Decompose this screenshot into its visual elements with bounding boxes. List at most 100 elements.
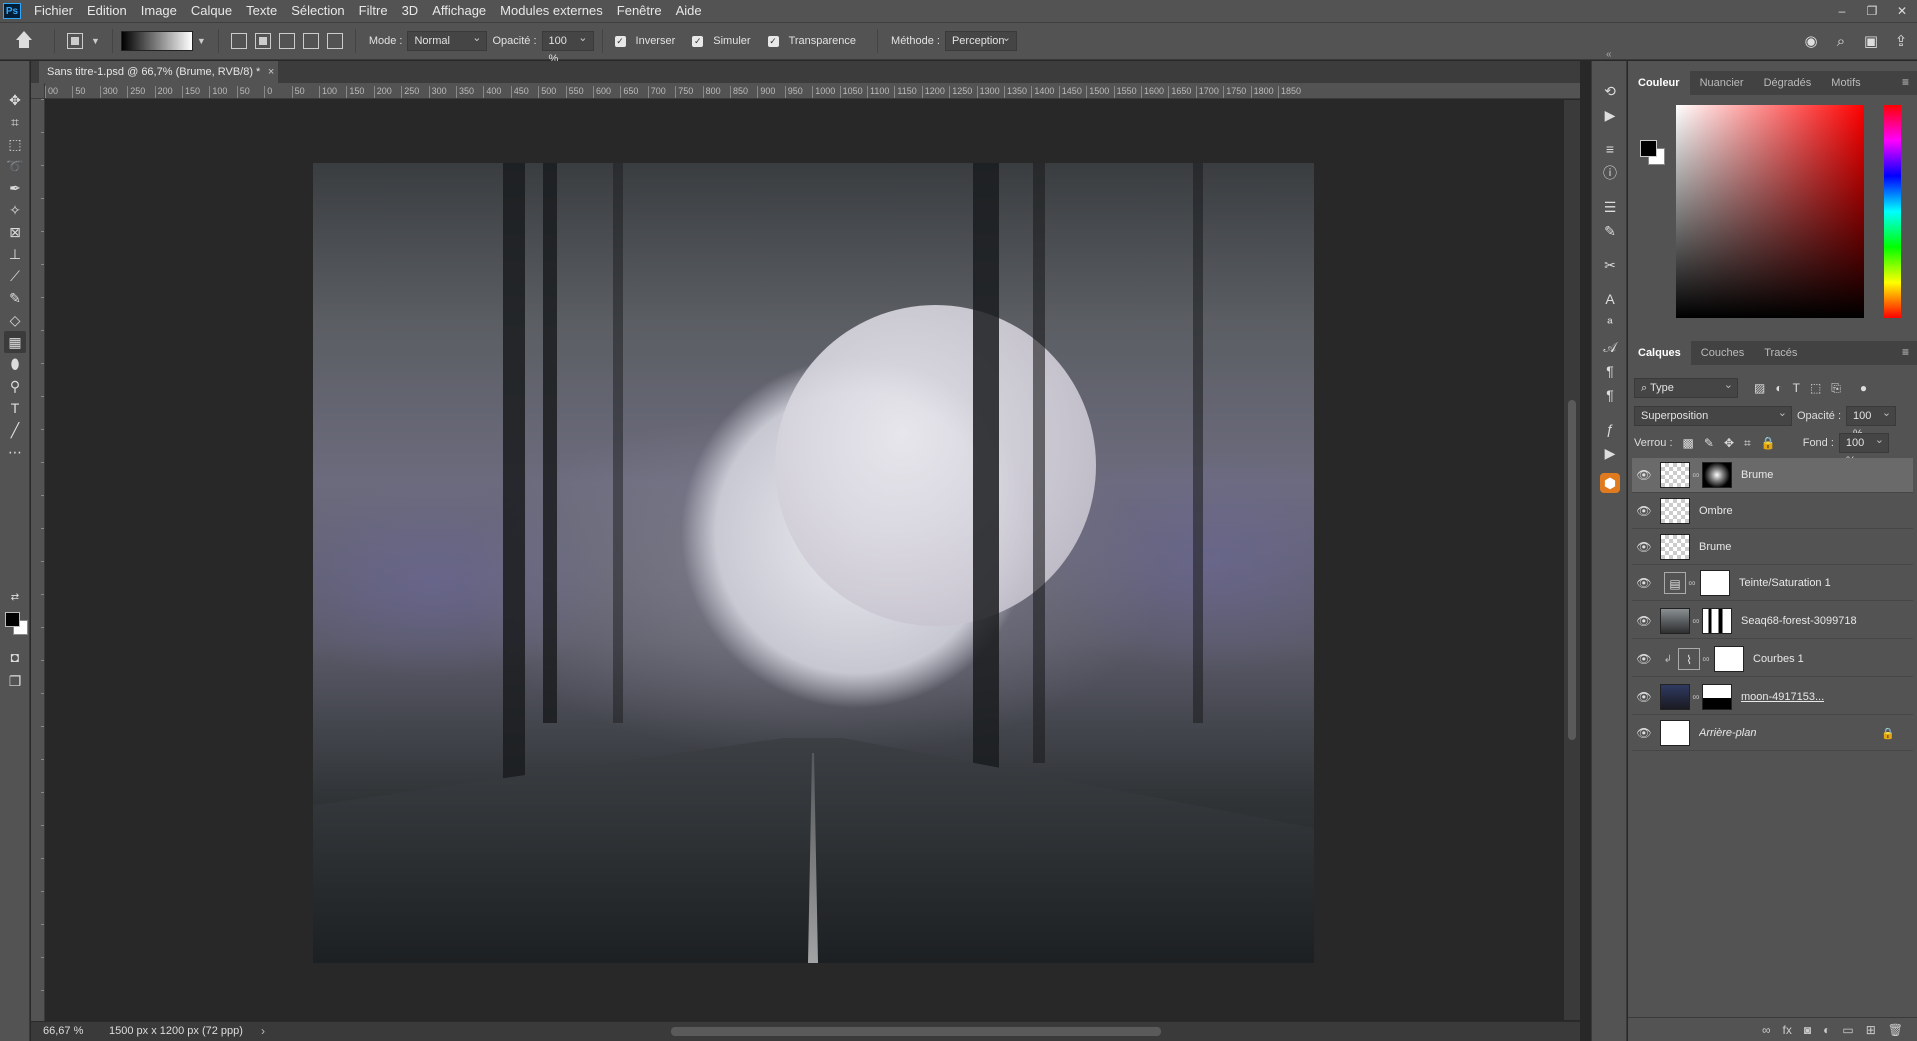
pen-tool-icon[interactable]: ✒ xyxy=(4,177,26,199)
hue-slider[interactable] xyxy=(1884,105,1901,318)
eye-icon[interactable]: 👁 xyxy=(1634,576,1654,590)
vertical-scrollbar[interactable] xyxy=(1564,100,1580,1020)
frame-tool-icon[interactable]: ⊠ xyxy=(4,221,26,243)
horizontal-ruler[interactable]: 00 50 300 250 200 150 100 50 0 50 100 150 200 250 300 3… xyxy=(45,83,1580,99)
color-picker-field[interactable] xyxy=(1676,105,1864,318)
document-canvas[interactable] xyxy=(313,163,1314,963)
shape-filter-icon[interactable]: ⬚ xyxy=(1810,381,1821,395)
menu-texte[interactable]: Texte xyxy=(239,0,284,22)
layer-name[interactable]: Brume xyxy=(1741,469,1773,481)
minimize-button[interactable]: – xyxy=(1827,0,1857,22)
collapse-dock-icon[interactable]: « xyxy=(1606,49,1612,60)
magic-wand-tool-icon[interactable]: ✧ xyxy=(4,199,26,221)
tab-couleur[interactable]: Couleur xyxy=(1628,71,1690,95)
blend-mode-select[interactable]: Superposition xyxy=(1634,404,1792,426)
info-icon[interactable]: ⓘ xyxy=(1600,163,1620,183)
image-filter-icon[interactable]: ▨ xyxy=(1754,381,1765,395)
tab-couches[interactable]: Couches xyxy=(1691,341,1754,365)
canvas-area[interactable] xyxy=(46,100,1564,1020)
actions-icon[interactable]: ▶ xyxy=(1600,105,1620,125)
adjustments-icon[interactable]: ≡ xyxy=(1600,139,1620,159)
lock-pixels-icon[interactable]: ✎ xyxy=(1704,436,1714,450)
layer-name[interactable]: Teinte/Saturation 1 xyxy=(1739,577,1831,589)
screen-mode-icon[interactable]: ❐ xyxy=(4,670,26,692)
eye-icon[interactable]: 👁 xyxy=(1634,652,1654,666)
foreground-color-swatch[interactable] xyxy=(5,612,20,627)
type-filter-icon[interactable]: T xyxy=(1793,381,1800,395)
paragraph-styles-icon[interactable]: ¶ xyxy=(1600,385,1620,405)
angle-gradient-icon[interactable] xyxy=(278,33,295,49)
inverser-checkbox[interactable]: ✓ Inverser xyxy=(614,35,681,47)
close-window-button[interactable]: ✕ xyxy=(1887,0,1917,22)
layer-mask-thumbnail[interactable] xyxy=(1702,684,1732,710)
type-tool-icon[interactable]: T xyxy=(4,397,26,419)
adjustment-filter-icon[interactable]: ◐ xyxy=(1775,381,1782,395)
menu-image[interactable]: Image xyxy=(134,0,184,22)
lock-transparency-icon[interactable]: ▩ xyxy=(1683,436,1694,450)
layer-mask-thumbnail[interactable] xyxy=(1714,646,1744,672)
reflected-gradient-icon[interactable] xyxy=(302,33,319,49)
brushes-icon[interactable]: ✎ xyxy=(1600,221,1620,241)
menu-selection[interactable]: Sélection xyxy=(284,0,351,22)
layer-opacity-field[interactable]: 100 % xyxy=(1846,404,1897,440)
character-icon[interactable]: A xyxy=(1600,289,1620,309)
quick-mask-icon[interactable]: ◘ xyxy=(4,646,26,668)
simuler-checkbox[interactable]: ✓ Simuler xyxy=(692,35,755,47)
link-layers-icon[interactable]: ∞ xyxy=(1762,1023,1771,1037)
tool-preset-icon[interactable] xyxy=(67,33,83,49)
more-tools-icon[interactable]: ⋯ xyxy=(4,441,26,463)
transparence-checkbox[interactable]: ✓ Transparence xyxy=(767,35,861,47)
horizontal-scrollbar-thumb[interactable] xyxy=(671,1027,1161,1036)
properties-icon[interactable]: ☰ xyxy=(1600,197,1620,217)
layer-name[interactable]: Courbes 1 xyxy=(1753,653,1804,665)
eye-icon[interactable]: 👁 xyxy=(1634,690,1654,704)
gradient-tool-icon[interactable]: ▦ xyxy=(4,331,26,353)
gradient-preview[interactable] xyxy=(120,31,193,51)
eye-icon[interactable]: 👁 xyxy=(1634,614,1654,628)
smart-object-filter-icon[interactable]: ⎘ xyxy=(1831,381,1841,396)
search-icon[interactable]: ⌕ xyxy=(1833,34,1849,50)
link-icon[interactable]: ∞ xyxy=(1686,578,1698,589)
layer-row[interactable]: 👁 ↲ ⌇ ∞ Courbes 1 xyxy=(1632,642,1913,677)
methode-select[interactable]: Perception xyxy=(944,29,1017,51)
add-mask-icon[interactable]: ◙ xyxy=(1804,1023,1811,1037)
layer-name[interactable]: Arrière-plan xyxy=(1699,727,1756,739)
link-icon[interactable]: ∞ xyxy=(1690,616,1702,627)
eye-icon[interactable]: 👁 xyxy=(1634,726,1654,740)
home-icon[interactable] xyxy=(14,31,34,51)
menu-fichier[interactable]: Fichier xyxy=(27,0,80,22)
layer-name[interactable]: Brume xyxy=(1699,541,1731,553)
layer-row[interactable]: 👁 Arrière-plan 🔒 xyxy=(1632,716,1913,751)
eraser-tool-icon[interactable]: ◇ xyxy=(4,309,26,331)
color-fg-swatch[interactable] xyxy=(1640,140,1657,157)
play-icon[interactable]: ▶ xyxy=(1600,443,1620,463)
tool-presets-icon[interactable]: ✂ xyxy=(1600,255,1620,275)
3d-cube-icon[interactable]: ⬢ xyxy=(1600,473,1620,493)
close-icon[interactable]: × xyxy=(268,61,274,83)
chevron-down-icon[interactable]: ▼ xyxy=(91,36,100,46)
vertical-ruler[interactable] xyxy=(31,99,45,1021)
marquee-tool-icon[interactable]: ⬚ xyxy=(4,133,26,155)
new-group-icon[interactable]: ▭ xyxy=(1842,1023,1853,1037)
layer-row[interactable]: 👁 ▤ ∞ Teinte/Saturation 1 xyxy=(1632,566,1913,601)
fx-icon[interactable]: fx xyxy=(1783,1023,1792,1037)
document-tab[interactable]: Sans titre-1.psd @ 66,7% (Brume, RVB/8) … xyxy=(39,61,279,83)
menu-filtre[interactable]: Filtre xyxy=(352,0,395,22)
layer-row[interactable]: 👁 Brume xyxy=(1632,530,1913,565)
mode-select[interactable]: Normal xyxy=(407,29,488,51)
share-icon[interactable]: ⇪ xyxy=(1893,34,1909,50)
move-tool-icon[interactable]: ✥ xyxy=(4,89,26,111)
path-selection-tool-icon[interactable]: ╱ xyxy=(4,419,26,441)
workspace-icon[interactable]: ▣ xyxy=(1863,34,1879,50)
layer-name[interactable]: moon-4917153... xyxy=(1741,691,1824,703)
menu-calque[interactable]: Calque xyxy=(184,0,239,22)
layer-mask-thumbnail[interactable] xyxy=(1702,462,1732,488)
styles-fx-icon[interactable]: ƒ xyxy=(1600,419,1620,439)
layer-filter-select[interactable]: ⌕ Type xyxy=(1634,376,1738,398)
tab-motifs[interactable]: Motifs xyxy=(1821,71,1870,95)
lock-artboard-icon[interactable]: ⌗ xyxy=(1744,436,1751,451)
layer-mask-thumbnail[interactable] xyxy=(1700,570,1730,596)
paragraph-icon[interactable]: ¶ xyxy=(1600,361,1620,381)
layer-mask-thumbnail[interactable] xyxy=(1702,608,1732,634)
blur-tool-icon[interactable]: ⬮ xyxy=(4,353,26,375)
